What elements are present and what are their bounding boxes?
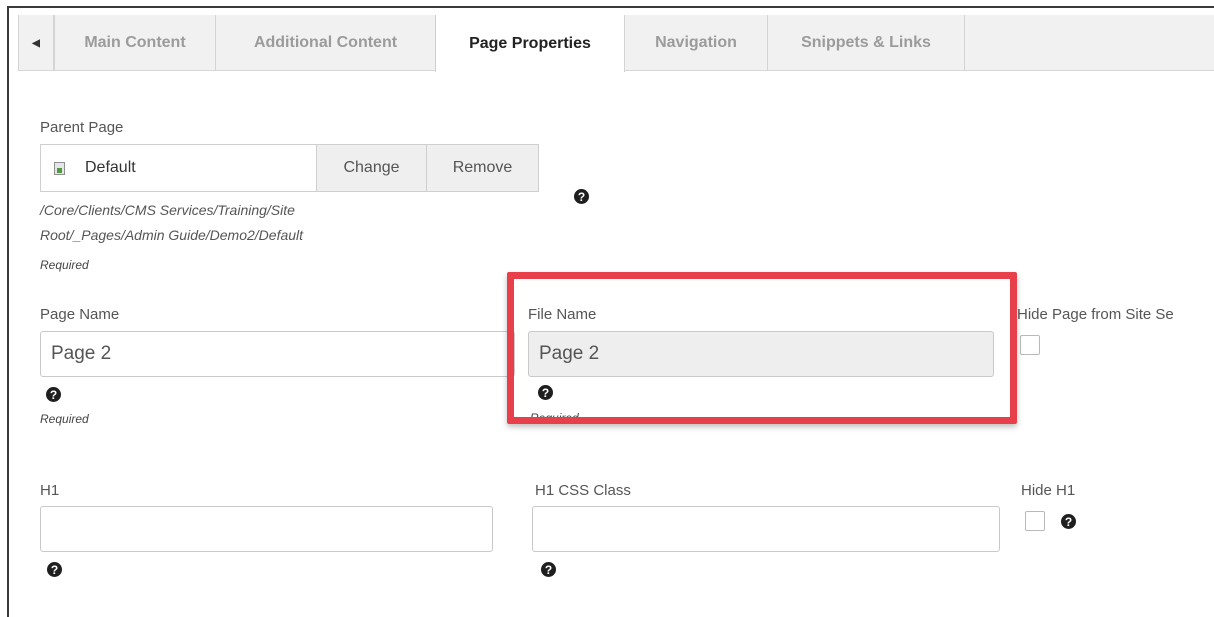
hide-h1-checkbox[interactable] — [1025, 511, 1045, 531]
page-name-input[interactable]: Page 2 — [40, 331, 515, 377]
remove-button[interactable]: Remove — [426, 145, 538, 191]
parent-page-selector[interactable]: Default Change Remove — [40, 144, 539, 192]
hide-search-checkbox[interactable] — [1020, 335, 1040, 355]
caret-left-icon: ◀ — [32, 37, 40, 49]
help-icon[interactable]: ? — [46, 387, 61, 402]
help-icon[interactable]: ? — [1061, 514, 1076, 529]
parent-page-value: Default — [85, 159, 136, 176]
h1-css-class-label: H1 CSS Class — [535, 482, 631, 499]
tab-scroll-left-button[interactable]: ◀ — [18, 15, 54, 71]
parent-page-label: Parent Page — [40, 119, 124, 136]
page-name-label: Page Name — [40, 306, 120, 323]
tab-snippets-links[interactable]: Snippets & Links — [767, 15, 965, 71]
tab-main-content[interactable]: Main Content — [54, 15, 216, 71]
h1-input[interactable] — [40, 506, 493, 552]
parent-page-required: Required — [40, 258, 89, 272]
hide-h1-label: Hide H1 — [1021, 482, 1076, 499]
help-icon[interactable]: ? — [47, 562, 62, 577]
help-icon[interactable]: ? — [574, 189, 589, 204]
change-button[interactable]: Change — [316, 145, 426, 191]
help-icon[interactable]: ? — [541, 562, 556, 577]
page-icon — [54, 162, 65, 175]
hide-search-label: Hide Page from Site Se — [1017, 306, 1174, 323]
parent-page-path-line1: /Core/Clients/CMS Services/Training/Site — [40, 202, 295, 218]
highlight-box — [507, 272, 1017, 424]
tab-additional-content[interactable]: Additional Content — [215, 15, 436, 71]
tab-navigation[interactable]: Navigation — [624, 15, 768, 71]
h1-label: H1 — [40, 482, 60, 499]
parent-page-path-line2: Root/_Pages/Admin Guide/Demo2/Default — [40, 227, 304, 243]
h1-css-class-input[interactable] — [532, 506, 1000, 552]
tab-page-properties[interactable]: Page Properties — [435, 15, 625, 72]
tab-bar: ◀ Main Content Additional Content Page P… — [18, 15, 1214, 72]
page-name-required: Required — [40, 412, 89, 426]
